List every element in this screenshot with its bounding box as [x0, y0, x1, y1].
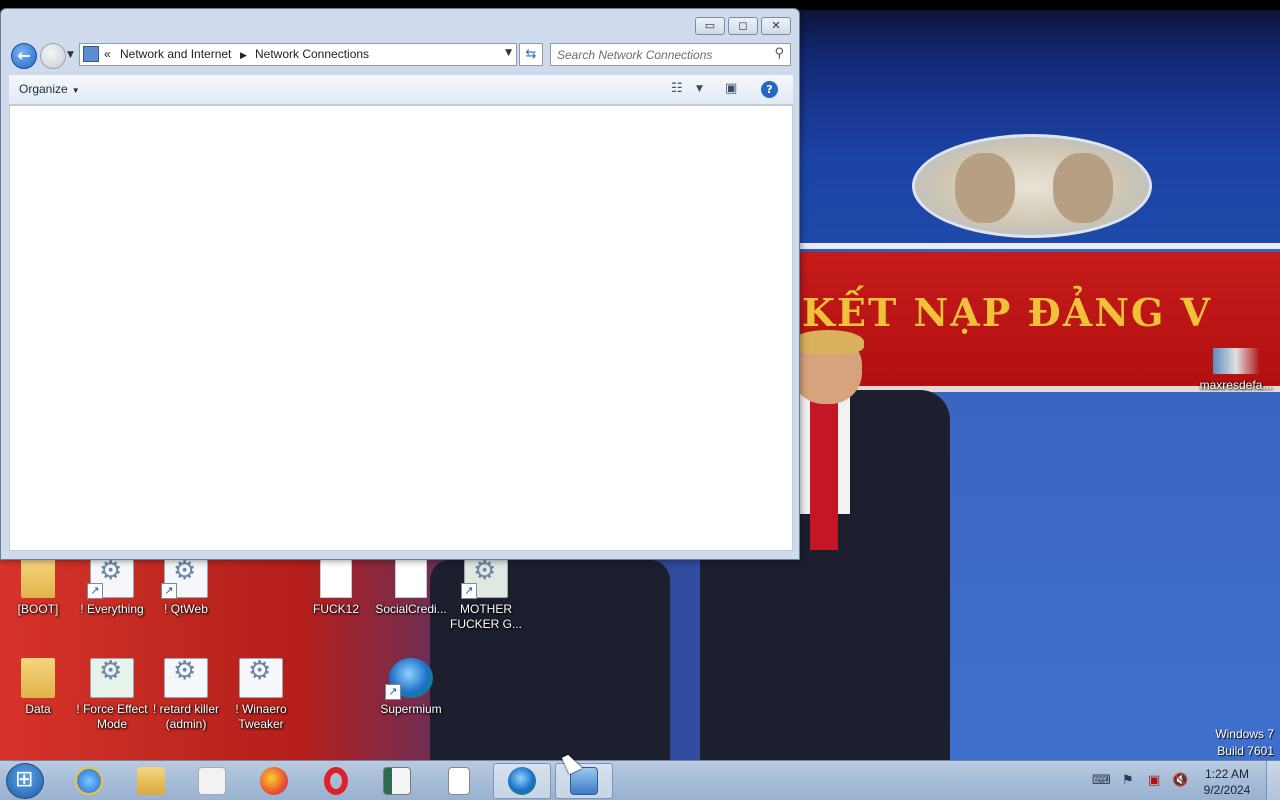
folder-icon: [21, 658, 55, 698]
preview-pane-icon[interactable]: ▣: [725, 81, 737, 96]
taskbar-firefox[interactable]: [245, 763, 303, 799]
desktop-icon-retard-killer[interactable]: ! retard killer (admin): [148, 658, 224, 732]
folder-icon: [137, 767, 165, 795]
breadcrumb-separator-icon[interactable]: ▶: [240, 50, 247, 61]
recent-pages-dropdown[interactable]: ▼: [67, 50, 74, 60]
breadcrumb-network-connections[interactable]: Network Connections: [255, 47, 369, 61]
clock-date: 9/2/2024: [1203, 783, 1251, 797]
keyboard-icon[interactable]: ⌨: [1092, 773, 1111, 788]
desktop-icon-label: ! Everything: [80, 602, 144, 616]
desktop-icon-supermium[interactable]: Supermium: [373, 658, 449, 717]
taskbar: ⌨ ⚑ ▣ 🔇 1:22 AM 9/2/2024: [0, 760, 1280, 800]
supermium-icon: [508, 767, 536, 795]
watermark-os: Windows 7: [1215, 727, 1274, 741]
internet-explorer-icon: [75, 767, 103, 795]
desktop-icon-label: ! Winaero Tweaker: [235, 702, 287, 731]
supermium-icon: [385, 658, 433, 700]
desktop-icon-label: maxresdefa...: [1199, 378, 1273, 392]
desktop-icon-maxresdefault[interactable]: maxresdefa...: [1198, 348, 1274, 393]
search-input[interactable]: [557, 45, 767, 65]
desktop-icon-boot[interactable]: [BOOT]: [0, 558, 76, 617]
settings-file-icon: [239, 658, 283, 698]
desktop-icon-everything[interactable]: ! Everything: [74, 558, 150, 617]
start-button[interactable]: [6, 763, 44, 799]
desktop-icon-qtweb[interactable]: ! QtWeb: [148, 558, 224, 617]
file-icon: [395, 558, 427, 598]
back-button[interactable]: ←: [11, 43, 37, 69]
windows-build-watermark: Windows 7 Build 7601: [1215, 726, 1274, 760]
organize-label: Organize: [19, 82, 68, 96]
taskbar-notepad[interactable]: [368, 763, 426, 799]
desktop-icon-label: Data: [25, 702, 51, 716]
desktop-icon-label: MOTHER FUCKER G...: [449, 602, 522, 631]
navigation-bar: ← ▼ « Network and Internet ▶ Network Con…: [1, 41, 799, 71]
clock-time: 1:22 AM: [1204, 767, 1250, 781]
refresh-button[interactable]: ⇆: [519, 43, 543, 66]
address-dropdown-icon[interactable]: ▼: [505, 48, 512, 58]
help-icon[interactable]: ?: [761, 81, 778, 98]
view-options-dropdown-icon[interactable]: ▼: [696, 84, 703, 94]
desktop-icon-mother-g[interactable]: MOTHER FUCKER G...: [448, 558, 524, 632]
wallpaper-banner-text: KẾT NẠP ĐẢNG V: [802, 290, 1213, 335]
wallpaper-banner-border: [800, 243, 1280, 249]
desktop-icon-label: FUCK12: [312, 602, 359, 616]
desktop-icon-socialcredit[interactable]: SocialCredi...: [373, 558, 449, 617]
firefox-icon: [260, 767, 288, 795]
search-icon[interactable]: ⚲: [774, 46, 784, 61]
desktop-icon-label: ! retard killer (admin): [152, 702, 220, 731]
change-view-icon[interactable]: ☷: [671, 81, 683, 96]
image-thumbnail-icon: [1213, 348, 1259, 374]
shortcut-document-icon: [461, 558, 508, 599]
blank-file-icon: [448, 767, 470, 795]
desktop-icon-label: Supermium: [380, 702, 442, 716]
chevron-down-icon: ▼: [71, 86, 80, 95]
settings-file-icon: [164, 658, 208, 698]
connections-list[interactable]: [9, 105, 793, 551]
taskbar-media-player[interactable]: [183, 763, 241, 799]
shortcut-settings-icon: [161, 558, 208, 599]
desktop-icon-label: SocialCredi...: [375, 602, 447, 616]
show-desktop-button[interactable]: [1266, 761, 1280, 800]
desktop-icon-label: ! Force Effect Mode: [76, 702, 148, 731]
watermark-build: Build 7601: [1217, 744, 1274, 758]
command-bar: Organize ▼ ☷ ▼ ▣ ?: [9, 75, 793, 105]
minimize-button[interactable]: ▭: [695, 17, 725, 35]
maximize-button[interactable]: ◻: [728, 17, 758, 35]
taskbar-internet-explorer[interactable]: [60, 763, 118, 799]
search-box[interactable]: ⚲: [550, 43, 791, 66]
address-bar[interactable]: « Network and Internet ▶ Network Connect…: [79, 43, 517, 66]
taskbar-supermium[interactable]: [493, 763, 551, 799]
caption-buttons: ▭ ◻ ✕: [692, 17, 791, 35]
registry-file-icon: [90, 658, 134, 698]
folder-icon: [21, 558, 55, 598]
document-icon: [383, 767, 411, 795]
control-panel-icon: [83, 46, 99, 62]
shortcut-settings-icon: [87, 558, 134, 599]
forward-button[interactable]: [40, 43, 66, 69]
file-icon: [320, 558, 352, 598]
desktop-icon-winaero-tweaker[interactable]: ! Winaero Tweaker: [223, 658, 299, 732]
taskbar-network-connections[interactable]: [555, 763, 613, 799]
desktop-icon-fuck12[interactable]: FUCK12: [298, 558, 374, 617]
desktop-icon-label: ! QtWeb: [164, 602, 208, 616]
desktop-icon-label: [BOOT]: [17, 602, 59, 616]
wallpaper-medallion: [912, 134, 1152, 238]
system-clock[interactable]: 1:22 AM 9/2/2024: [1196, 766, 1258, 798]
media-player-icon: [198, 767, 226, 795]
network-connections-window[interactable]: ▭ ◻ ✕ ← ▼ « Network and Internet ▶ Netwo…: [0, 8, 800, 560]
taskbar-opera[interactable]: [307, 763, 365, 799]
opera-icon: [324, 767, 348, 795]
breadcrumb-overflow[interactable]: «: [104, 47, 111, 61]
network-disconnected-icon[interactable]: ▣: [1148, 773, 1160, 788]
desktop-icon-force-effect-mode[interactable]: ! Force Effect Mode: [74, 658, 150, 732]
action-center-flag-icon[interactable]: ⚑: [1122, 773, 1134, 788]
taskbar-folder[interactable]: [430, 763, 488, 799]
volume-muted-icon[interactable]: 🔇: [1172, 773, 1188, 788]
desktop-icon-data[interactable]: Data: [0, 658, 76, 717]
close-button[interactable]: ✕: [761, 17, 791, 35]
taskbar-windows-explorer[interactable]: [122, 763, 180, 799]
breadcrumb-network-and-internet[interactable]: Network and Internet: [120, 47, 231, 61]
organize-button[interactable]: Organize ▼: [19, 82, 80, 96]
